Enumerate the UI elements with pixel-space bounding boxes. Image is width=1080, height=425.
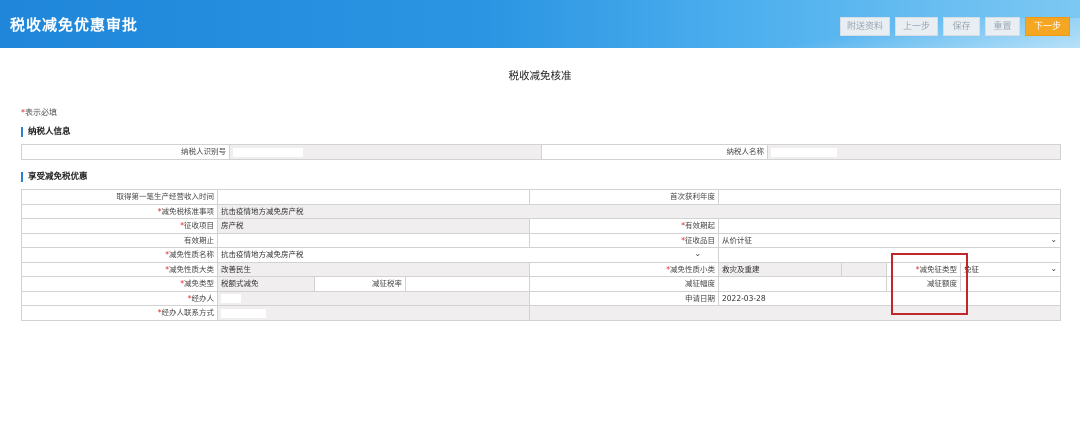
handler-label: *经办人 <box>21 290 218 306</box>
valid-from-label: *有效期起 <box>529 218 720 234</box>
levy-item-value: 房产税 <box>216 218 531 234</box>
nature-minor-label: *减免性质小类 <box>529 261 720 277</box>
top-banner: 税收减免优惠审批 附送资料 上一步 保存 重置 下一步 <box>0 0 1080 48</box>
levy-subitem-label: *征收品目 <box>529 232 720 248</box>
taxpayer-id-field[interactable] <box>229 144 542 160</box>
attach-materials-button[interactable]: 附送资料 <box>840 17 890 36</box>
nature-name-label: *减免性质名称 <box>21 247 218 263</box>
required-note: *表示必填 <box>21 108 57 117</box>
levy-subitem-select[interactable]: 从价计征 ⌄ <box>718 232 1062 248</box>
handler-contact-field[interactable] <box>216 305 531 321</box>
first-income-time-label: 取得第一笔生产经营收入时间 <box>21 189 218 205</box>
chevron-down-icon[interactable]: ⌄ <box>1050 235 1057 244</box>
first-profit-year-field[interactable] <box>718 189 1062 205</box>
nature-major-label: *减免性质大类 <box>21 261 218 277</box>
taxpayer-name-field[interactable] <box>767 144 1061 160</box>
reduce-type-label: *减免类型 <box>21 276 218 292</box>
chevron-down-icon[interactable]: ⌄ <box>1050 264 1057 273</box>
levy-item-label: *征收项目 <box>21 218 218 234</box>
reduce-rate-label: 减征税率 <box>314 276 406 292</box>
reduce-rate-field[interactable] <box>404 276 531 292</box>
apply-date-value: 2022-03-28 <box>718 290 1062 306</box>
valid-from-field[interactable] <box>718 218 1062 234</box>
approval-matter-label: *减免税核准事项 <box>21 203 218 219</box>
taxpayer-id-label: 纳税人识别号 <box>21 144 230 160</box>
nature-name-spacer <box>718 247 1062 263</box>
reduce-amount-field[interactable] <box>960 276 1062 292</box>
app-title: 税收减免优惠审批 <box>10 16 139 34</box>
nature-name-select[interactable]: 抗击疫情地方减免房产税 ⌄ <box>216 247 720 263</box>
first-profit-year-label: 首次获利年度 <box>529 189 720 205</box>
apply-date-label: 申请日期 <box>529 290 720 306</box>
reduce-type-value: 税额式减免 <box>217 276 315 292</box>
section-preferential: 享受减免税优惠 <box>21 172 88 182</box>
first-income-time-field[interactable] <box>216 189 531 205</box>
handler-contact-label: *经办人联系方式 <box>21 305 218 321</box>
section-taxpayer-info: 纳税人信息 <box>21 127 71 137</box>
reduce-range-field[interactable] <box>718 276 888 292</box>
approval-matter-value: 抗击疫情地方减免房产税 <box>216 203 1062 219</box>
nature-minor-value: 救灾及重建 <box>718 261 843 277</box>
taxpayer-name-label: 纳税人名称 <box>541 144 768 160</box>
valid-to-field[interactable] <box>216 232 531 248</box>
previous-step-button[interactable]: 上一步 <box>895 17 938 36</box>
handler-contact-spacer <box>529 305 1062 321</box>
chevron-down-icon[interactable]: ⌄ <box>694 249 701 258</box>
next-step-button[interactable]: 下一步 <box>1025 17 1070 36</box>
page-title: 税收减免核准 <box>508 70 572 82</box>
save-button[interactable]: 保存 <box>943 17 980 36</box>
highlight-annotation-box <box>891 253 968 315</box>
nature-major-value: 改善民生 <box>216 261 531 277</box>
taxpayer-info-table: 纳税人识别号 纳税人名称 <box>21 144 1061 160</box>
nature-minor-spacer <box>841 261 888 277</box>
handler-field[interactable] <box>216 290 531 306</box>
exempt-type-select[interactable]: 免征 ⌄ <box>960 261 1062 277</box>
reset-button[interactable]: 重置 <box>985 17 1020 36</box>
reduce-range-label: 减征幅度 <box>529 276 720 292</box>
valid-to-label: 有效期止 <box>21 232 218 248</box>
